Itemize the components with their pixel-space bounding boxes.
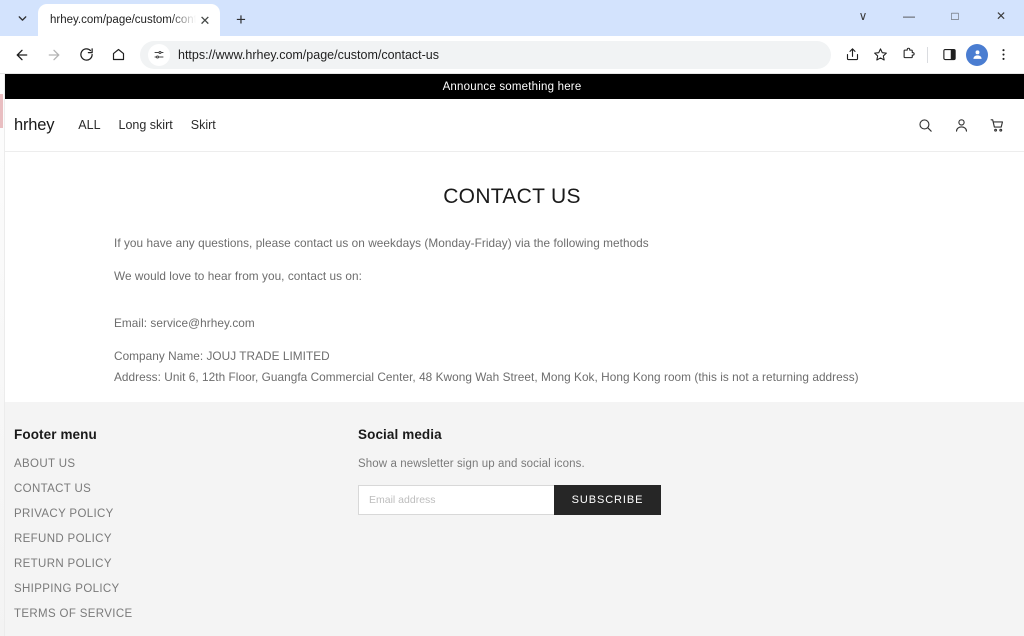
nav-link-all[interactable]: ALL: [78, 118, 100, 132]
side-panel-icon[interactable]: [936, 42, 962, 68]
window-minimize-button[interactable]: —: [886, 0, 932, 32]
reload-icon[interactable]: [72, 41, 100, 69]
tab-strip: hrhey.com/page/custom/contac ✕ + ∨ — □ ✕: [0, 0, 1024, 36]
cart-icon[interactable]: [989, 117, 1006, 134]
browser-window: hrhey.com/page/custom/contac ✕ + ∨ — □ ✕: [0, 0, 1024, 636]
browser-tab[interactable]: hrhey.com/page/custom/contac ✕: [38, 4, 220, 36]
site-navigation: ALL Long skirt Skirt: [78, 118, 215, 132]
page-title: CONTACT US: [443, 185, 581, 208]
window-controls: ∨ — □ ✕: [840, 0, 1024, 32]
window-close-button[interactable]: ✕: [978, 0, 1024, 32]
nav-link-long-skirt[interactable]: Long skirt: [119, 118, 173, 132]
chevron-down-icon[interactable]: [8, 4, 36, 32]
address-bar[interactable]: https://www.hrhey.com/page/custom/contac…: [140, 40, 831, 69]
email-input[interactable]: [358, 485, 554, 516]
main-content: CONTACT US If you have any questions, pl…: [0, 152, 1024, 403]
newsletter-description: Show a newsletter sign up and social ico…: [358, 458, 585, 471]
footer-menu-heading: Footer menu: [14, 427, 97, 443]
search-icon[interactable]: [917, 117, 934, 134]
home-icon[interactable]: [104, 41, 132, 69]
footer-link-terms-of-service[interactable]: TERMS OF SERVICE: [14, 608, 358, 620]
close-icon[interactable]: ✕: [196, 11, 214, 29]
footer-menu-column: Footer menu ABOUT US CONTACT US PRIVACY …: [14, 427, 358, 633]
toolbar-icons: [837, 42, 1016, 68]
account-icon[interactable]: [953, 117, 970, 134]
scrollbar-marker: [0, 94, 3, 128]
page-viewport: Announce something here hrhey ALL Long s…: [0, 74, 1024, 636]
footer-link-return-policy[interactable]: RETURN POLICY: [14, 558, 358, 570]
company-name-line: Company Name: JOUJ TRADE LIMITED: [114, 349, 330, 364]
email-line: Email: service@hrhey.com: [114, 316, 255, 331]
url-text: https://www.hrhey.com/page/custom/contac…: [178, 47, 439, 62]
footer-link-refund-policy[interactable]: REFUND POLICY: [14, 533, 358, 545]
site-logo[interactable]: hrhey: [14, 116, 54, 135]
newsletter-form: SUBSCRIBE: [358, 485, 661, 516]
page-scrollbar[interactable]: [0, 74, 5, 636]
intro-paragraph: If you have any questions, please contac…: [114, 236, 649, 250]
star-icon[interactable]: [867, 42, 893, 68]
window-collapse-button[interactable]: ∨: [840, 0, 886, 32]
subscribe-button[interactable]: SUBSCRIBE: [554, 485, 661, 516]
tab-title: hrhey.com/page/custom/contac: [50, 14, 196, 26]
site-header: hrhey ALL Long skirt Skirt: [0, 99, 1024, 152]
share-icon[interactable]: [839, 42, 865, 68]
site-footer: Footer menu ABOUT US CONTACT US PRIVACY …: [0, 402, 1024, 636]
footer-link-about-us[interactable]: ABOUT US: [14, 458, 358, 470]
footer-link-shipping-policy[interactable]: SHIPPING POLICY: [14, 583, 358, 595]
content-body: If you have any questions, please contac…: [0, 235, 1024, 386]
toolbar-divider: [927, 46, 928, 63]
nav-link-skirt[interactable]: Skirt: [191, 118, 216, 132]
arrow-right-icon: [40, 41, 68, 69]
footer-link-privacy-policy[interactable]: PRIVACY POLICY: [14, 508, 358, 520]
three-dot-menu-icon[interactable]: [990, 42, 1016, 68]
arrow-left-icon[interactable]: [8, 41, 36, 69]
header-icon-group: [917, 117, 1006, 134]
footer-link-contact-us[interactable]: CONTACT US: [14, 483, 358, 495]
invite-paragraph: We would love to hear from you, contact …: [114, 269, 362, 284]
tune-icon[interactable]: [148, 43, 170, 66]
browser-toolbar: https://www.hrhey.com/page/custom/contac…: [0, 36, 1024, 74]
new-tab-button[interactable]: +: [228, 6, 254, 32]
footer-social-heading: Social media: [358, 427, 442, 443]
footer-social-column: Social media Show a newsletter sign up a…: [358, 427, 910, 516]
extensions-icon[interactable]: [895, 42, 921, 68]
address-line: Address: Unit 6, 12th Floor, Guangfa Com…: [114, 370, 859, 385]
announcement-bar: Announce something here: [0, 74, 1024, 99]
window-maximize-button[interactable]: □: [932, 0, 978, 32]
profile-avatar-icon[interactable]: [966, 43, 988, 66]
